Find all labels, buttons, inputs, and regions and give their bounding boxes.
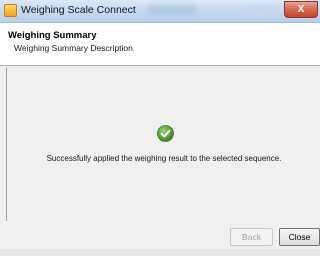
dialog-window: Weighing Scale Connect X Weighing Summar… [0,0,320,256]
page-title: Weighing Summary [8,30,97,41]
bottom-strip [0,249,320,256]
window-title: Weighing Scale Connect [21,4,136,16]
status-message: Successfully applied the weighing result… [46,154,282,163]
back-button[interactable]: Back [230,228,273,246]
blurred-title-region [148,6,196,15]
minimize-maximize-controls[interactable] [246,6,276,15]
page-description: Weighing Summary Description [14,43,133,53]
window-close-button[interactable]: X [284,1,318,18]
title-bar[interactable]: Weighing Scale Connect X [0,0,320,23]
app-icon [4,4,17,17]
close-button[interactable]: Close [279,228,320,246]
success-check-icon [157,125,174,142]
content-panel: Successfully applied the weighing result… [6,67,320,221]
wizard-header: Weighing Summary Weighing Summary Descri… [0,23,320,66]
